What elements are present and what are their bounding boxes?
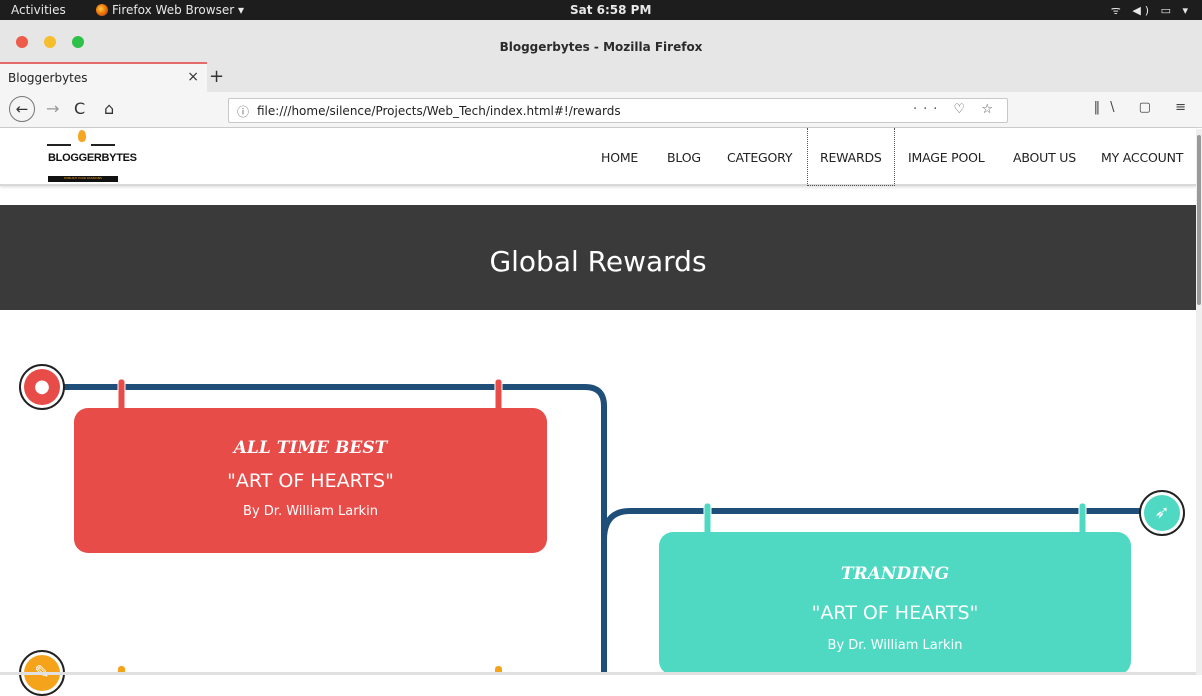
timeline-node: ● bbox=[19, 364, 65, 410]
scrollbar-thumb[interactable] bbox=[1197, 135, 1201, 305]
reward-title: TRANDING bbox=[840, 564, 950, 584]
page-scrollbar[interactable] bbox=[1196, 129, 1202, 675]
reward-author: By Dr. William Larkin bbox=[827, 638, 963, 653]
globe-icon: ● bbox=[24, 369, 60, 405]
reward-author: By Dr. William Larkin bbox=[243, 504, 378, 519]
timeline-node: ➶ bbox=[1139, 490, 1185, 536]
rocket-icon: ➶ bbox=[1144, 495, 1180, 531]
reward-work: "ART OF HEARTS" bbox=[811, 602, 979, 624]
reward-work: "ART OF HEARTS" bbox=[227, 470, 394, 492]
reward-card-all-time-best[interactable]: ALL TIME BEST "ART OF HEARTS" By Dr. Wil… bbox=[74, 408, 547, 553]
reward-card-tranding[interactable]: TRANDING "ART OF HEARTS" By Dr. William … bbox=[659, 532, 1131, 675]
reward-title: ALL TIME BEST bbox=[233, 438, 388, 458]
